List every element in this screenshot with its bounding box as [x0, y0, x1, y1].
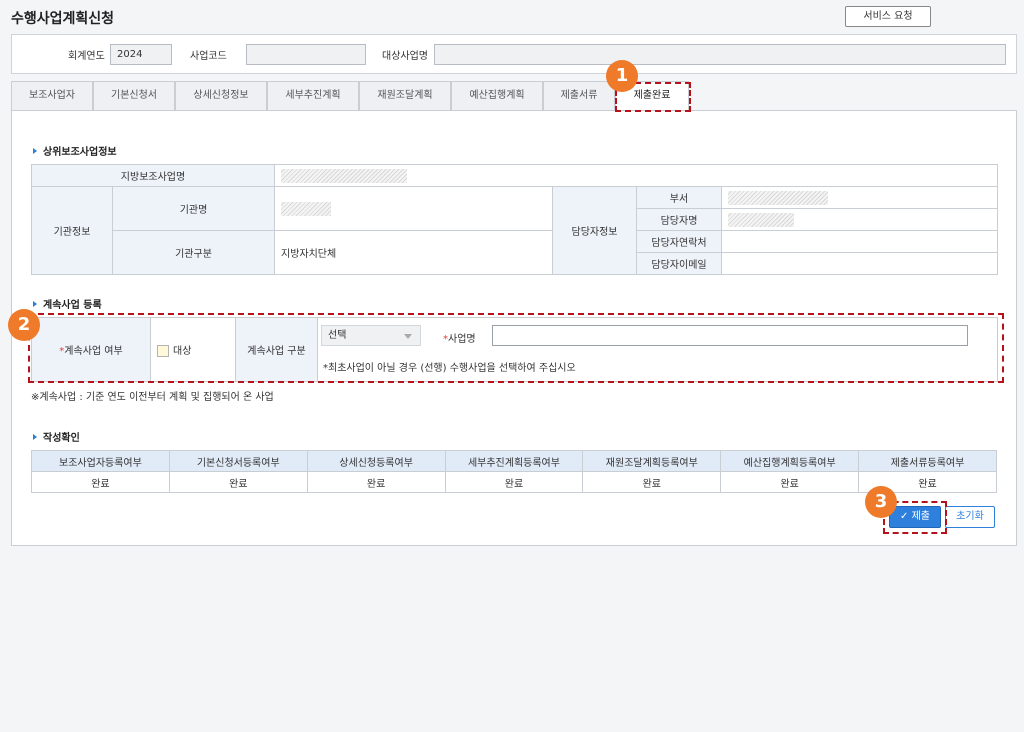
tab-detail-plan[interactable]: 세부추진계획	[267, 81, 359, 111]
category-label: 계속사업 구분	[235, 317, 318, 382]
continuing-checkbox-cell[interactable]: 대상	[150, 317, 236, 382]
local-project-value	[274, 164, 998, 187]
tab-documents[interactable]: 제출서류	[543, 81, 615, 111]
email-label: 담당자이메일	[636, 252, 722, 275]
dept-label: 부서	[636, 186, 722, 209]
check-value: 완료	[444, 471, 584, 493]
project-label: 대상사업명	[382, 51, 428, 62]
year-label: 회계연도	[68, 51, 105, 62]
continuing-hint: *최초사업이 아닐 경우 (선행) 수행사업을 선택하여 주십시오	[323, 363, 576, 374]
check-header: 기본신청서등록여부	[168, 450, 308, 472]
phone-label: 담당자연락처	[636, 230, 722, 253]
reset-button[interactable]: 초기화	[945, 506, 995, 528]
email-value	[721, 252, 998, 275]
year-field[interactable]: 2024	[110, 44, 172, 65]
tab-budget-plan[interactable]: 예산집행계획	[451, 81, 543, 111]
checkbox-label: 대상	[173, 346, 192, 357]
phone-value	[721, 230, 998, 253]
project-name-label: *사업명	[443, 334, 476, 345]
org-type-value: 지방자치단체	[274, 230, 553, 275]
section-parent-subsidy-title: 상위보조사업정보	[33, 143, 117, 158]
code-field[interactable]	[246, 44, 366, 65]
check-header: 상세신청등록여부	[306, 450, 446, 472]
tab-basic-application[interactable]: 기본신청서	[93, 81, 175, 111]
tab-detail-application[interactable]: 상세신청정보	[175, 81, 267, 111]
org-info-label: 기관정보	[31, 186, 113, 275]
check-value: 완료	[168, 471, 308, 493]
org-name-label: 기관명	[112, 186, 275, 231]
section-continuing-title: 계속사업 등록	[33, 296, 102, 311]
code-label: 사업코드	[190, 51, 227, 62]
service-request-button[interactable]: 서비스 요청	[845, 6, 931, 27]
chevron-down-icon	[404, 334, 412, 339]
check-value: 완료	[720, 471, 860, 493]
project-field[interactable]	[434, 44, 1006, 65]
check-header: 보조사업자등록여부	[31, 450, 170, 472]
section-check-title: 작성확인	[33, 429, 80, 444]
step-badge-2: 2	[8, 309, 40, 341]
contact-info-label: 담당자정보	[552, 186, 637, 275]
completion-check-table: 보조사업자등록여부 기본신청서등록여부 상세신청등록여부 세부추진계획등록여부 …	[31, 450, 997, 493]
tab-subsidy-operator[interactable]: 보조사업자	[11, 81, 93, 111]
project-name-input[interactable]	[492, 325, 968, 346]
step-badge-1: 1	[606, 60, 638, 92]
continuing-footnote: ※계속사업 : 기준 연도 이전부터 계획 및 집행되어 온 사업	[31, 392, 274, 403]
check-header: 세부추진계획등록여부	[444, 450, 584, 472]
local-project-label: 지방보조사업명	[31, 164, 275, 187]
category-select[interactable]: 선택	[321, 325, 421, 346]
check-value: 완료	[306, 471, 446, 493]
submit-button[interactable]: ✓ 제출	[889, 506, 941, 528]
continuing-label: *계속사업 여부	[31, 317, 151, 382]
step-badge-3: 3	[865, 486, 897, 518]
dept-value	[721, 186, 998, 209]
check-header: 예산집행계획등록여부	[720, 450, 860, 472]
page-title: 수행사업계획신청	[11, 11, 115, 27]
continuing-checkbox[interactable]	[157, 345, 169, 357]
org-type-label: 기관구분	[112, 230, 275, 275]
check-value: 완료	[31, 471, 170, 493]
org-name-value	[274, 186, 553, 231]
check-header: 제출서류등록여부	[858, 450, 997, 472]
parent-subsidy-table: 지방보조사업명 기관정보 기관명 담당자정보 부서 담당자명 기관구분 지방자치…	[31, 164, 998, 275]
info-bar: 회계연도 2024 사업코드 대상사업명	[11, 34, 1017, 74]
check-header: 재원조달계획등록여부	[582, 450, 722, 472]
manager-value	[721, 208, 998, 231]
check-value: 완료	[582, 471, 722, 493]
manager-label: 담당자명	[636, 208, 722, 231]
tab-funding-plan[interactable]: 재원조달계획	[359, 81, 451, 111]
